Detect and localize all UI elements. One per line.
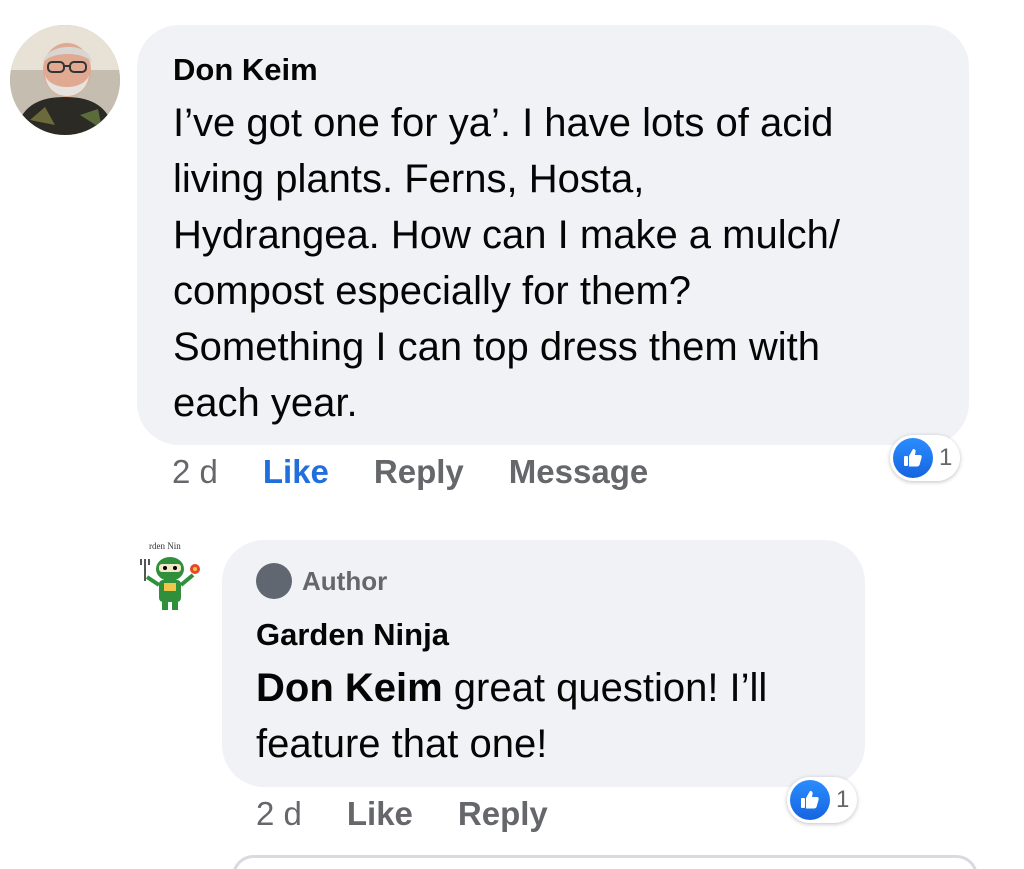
reply-timestamp[interactable]: 2 d — [256, 795, 302, 833]
reply-button[interactable]: Reply — [374, 453, 464, 491]
message-button[interactable]: Message — [509, 453, 648, 491]
author-badge-icon — [256, 563, 292, 599]
comment-actions: 2 d Like Reply Message — [172, 453, 648, 491]
reply-actions: 2 d Like Reply — [256, 795, 548, 833]
comment-author-name[interactable]: Don Keim — [173, 52, 318, 88]
garden-ninja-logo: rden Nin — [140, 541, 200, 610]
reaction-summary[interactable]: 1 — [890, 435, 961, 481]
reply-text-line2: feature that one! — [256, 722, 548, 766]
thumbs-up-icon — [790, 780, 830, 820]
comment-bubble: Don Keim I’ve got one for ya’. I have lo… — [137, 25, 969, 445]
comment-timestamp[interactable]: 2 d — [172, 453, 218, 491]
reply-author-name[interactable]: Garden Ninja — [256, 617, 449, 653]
reply-reaction-summary[interactable]: 1 — [787, 777, 858, 823]
logo-text: rden Nin — [149, 541, 181, 551]
reply-bubble: Author Garden Ninja Don Keim great quest… — [222, 540, 865, 787]
comment-thread: Don Keim I’ve got one for ya’. I have lo… — [0, 0, 1024, 869]
author-badge-label: Author — [302, 565, 388, 596]
comment-text: I’ve got one for ya’. I have lots of aci… — [173, 101, 840, 425]
reply-text: Don Keim great question! I’ll feature tha… — [256, 660, 856, 772]
author-badge: Author — [256, 563, 387, 599]
like-button[interactable]: Like — [263, 453, 329, 491]
commenter-avatar-image — [10, 25, 120, 135]
reply-text-line1: great question! I’ll — [442, 666, 768, 710]
reply-like-button[interactable]: Like — [347, 795, 413, 833]
reaction-count: 1 — [939, 444, 953, 471]
mention-link[interactable]: Don Keim — [256, 666, 443, 710]
commenter-avatar[interactable] — [10, 25, 120, 135]
reply-avatar[interactable]: rden Nin — [135, 535, 205, 615]
reply-reaction-count: 1 — [836, 786, 850, 813]
reply-reply-button[interactable]: Reply — [458, 795, 548, 833]
thumbs-up-icon — [893, 438, 933, 478]
write-reply-field[interactable] — [232, 855, 978, 869]
